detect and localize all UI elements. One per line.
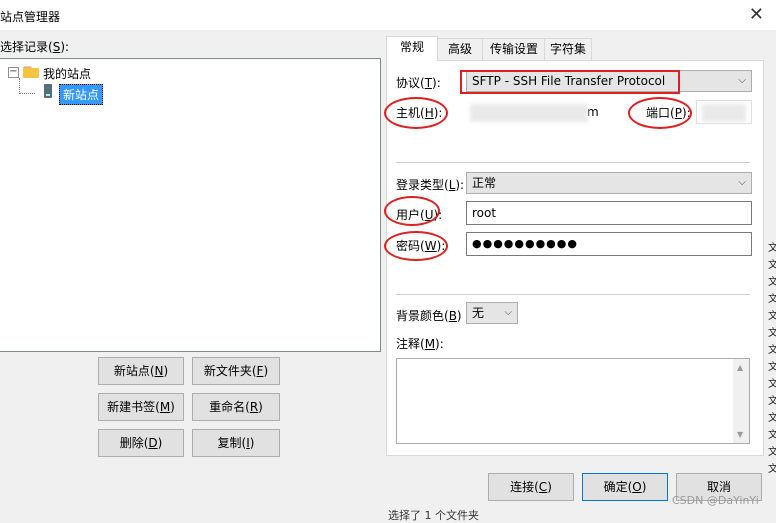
- tree-item-new-site[interactable]: 新站点: [59, 84, 104, 105]
- chevron-down-icon: ⌵: [504, 307, 512, 318]
- new-site-button[interactable]: 新站点(N): [98, 357, 184, 385]
- delete-button[interactable]: 删除(D): [98, 429, 184, 457]
- login-type-select[interactable]: 正常 ⌵: [466, 172, 752, 194]
- connect-button[interactable]: 连接(C): [488, 473, 574, 501]
- tab-general[interactable]: 常规: [386, 36, 438, 61]
- scrollbar[interactable]: ▲ ▼: [733, 359, 749, 443]
- annotation-circle: [628, 97, 692, 129]
- chevron-down-icon: ⌵: [738, 75, 746, 86]
- comment-textarea[interactable]: ▲ ▼: [396, 358, 750, 444]
- tab-advanced[interactable]: 高级: [436, 38, 484, 60]
- user-input[interactable]: root: [466, 201, 752, 225]
- comment-label: 注释(M):: [396, 337, 444, 351]
- annotation-circle: [384, 97, 448, 129]
- divider: [396, 294, 750, 295]
- chevron-down-icon: ⌵: [738, 177, 746, 188]
- tab-transfer-settings[interactable]: 传输设置: [482, 38, 546, 60]
- bg-color-select[interactable]: 无 ⌵: [466, 302, 518, 324]
- folder-icon: [23, 66, 39, 78]
- watermark: CSDN @DaYinYi: [672, 494, 759, 507]
- site-tree[interactable]: [0, 58, 381, 352]
- new-folder-button[interactable]: 新文件夹(F): [192, 357, 280, 385]
- divider: [396, 162, 750, 163]
- background-window-edge: 文文文 文文文 文文文 文文文 文文: [768, 243, 776, 475]
- copy-button[interactable]: 复制(I): [192, 429, 280, 457]
- tab-charset[interactable]: 字符集: [544, 38, 592, 60]
- tree-label: 选择记录(S):: [0, 40, 70, 54]
- protocol-label: 协议(T):: [396, 76, 441, 90]
- redacted-host: [470, 104, 588, 122]
- status-text: 选择了 1 个文件夹: [388, 509, 479, 522]
- annotation-circle: [384, 231, 448, 261]
- ok-button[interactable]: 确定(O): [582, 473, 668, 501]
- window-title: 站点管理器: [0, 10, 61, 24]
- scroll-up-icon[interactable]: ▲: [737, 363, 743, 372]
- tree-line: [19, 93, 35, 94]
- close-icon[interactable]: ✕: [749, 4, 764, 25]
- server-icon: [44, 84, 52, 98]
- annotation-box: [460, 70, 680, 94]
- tree-line: [19, 78, 20, 94]
- collapse-icon[interactable]: −: [8, 67, 19, 78]
- title-bar: [0, 0, 776, 30]
- tree-item-my-sites[interactable]: 我的站点: [43, 65, 91, 82]
- scroll-down-icon[interactable]: ▼: [737, 430, 743, 439]
- redacted-port: [702, 104, 746, 122]
- login-type-label: 登录类型(L):: [396, 178, 465, 192]
- rename-button[interactable]: 重命名(R): [192, 393, 280, 421]
- bg-color-label: 背景颜色(B): [396, 309, 462, 323]
- annotation-circle: [384, 196, 440, 226]
- new-bookmark-button[interactable]: 新建书签(M): [98, 393, 184, 421]
- password-input[interactable]: ●●●●●●●●●●: [466, 232, 752, 256]
